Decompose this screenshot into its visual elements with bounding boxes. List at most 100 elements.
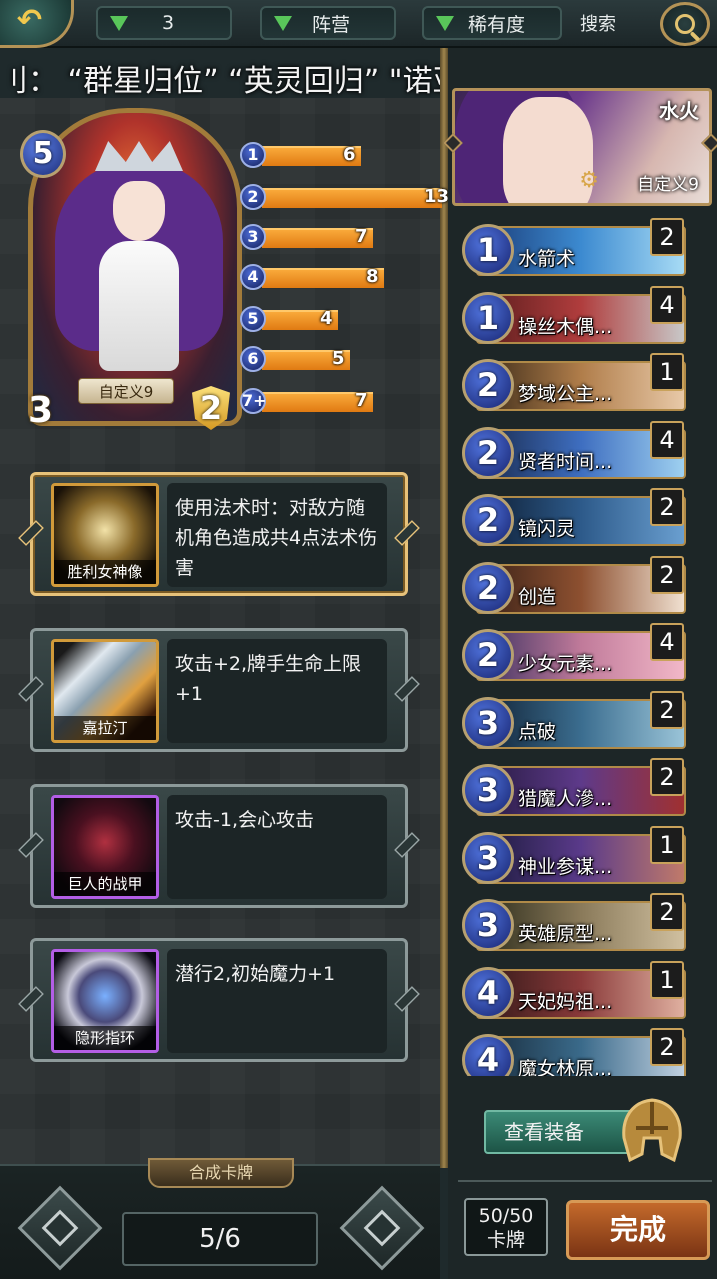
dropdown-triangle-icon [274,15,292,31]
card-count: 2 [650,488,684,526]
card-name: 少女元素... [518,653,613,675]
deck-header-card[interactable]: 水火 ⚙ 自定义9 [452,88,712,206]
deck-name: 自定义9 [637,175,699,195]
deck-card-item[interactable]: 3 猎魔人滲... 2 [462,758,686,820]
deck-card-list[interactable]: 1 水箭术 2 1 操丝木偶... 4 2 梦域公主... 1 2 贤者时间... 4 2 镜闪灵 2 2 创造… [460,214,686,1076]
deck-card-item[interactable]: 2 梦域公主... 1 [462,353,686,415]
search-button[interactable] [660,2,710,46]
equipment-description: 使用法术时：对敌方随机角色造成共4点法术伤害 [167,483,387,587]
done-button[interactable]: 完成 [566,1200,710,1260]
equipment-slot[interactable]: 巨人的战甲 攻击-1,会心攻击 [18,784,420,908]
deck-card-item[interactable]: 3 点破 2 [462,690,686,753]
equipment-icon: 胜利女神像 [51,483,159,587]
equipment-icon: 巨人的战甲 [51,795,159,899]
dropdown-triangle-icon [436,15,454,31]
magnifier-icon [675,14,695,34]
curve-count: 5 [332,348,345,369]
back-arrow-icon: ↶ [16,3,43,38]
curve-count: 6 [343,144,356,165]
curve-row-3: 37 [240,224,377,250]
dropdown-triangle-icon [110,15,128,31]
deck-card-item[interactable]: 4 魔女林原... 2 [462,1028,686,1076]
card-cost-gem: 3 [462,831,514,884]
card-name: 点破 [518,720,557,743]
card-cost-gem: 2 [462,561,514,614]
equipment-name: 嘉拉汀 [54,716,156,740]
card-name: 镜闪灵 [518,518,576,540]
hero-attack: 3 [28,390,54,431]
rarity-filter-label: 稀有度 [468,13,526,36]
curve-row-7: 7+ 7 [240,388,377,414]
card-cost-gem: 4 [462,966,514,1019]
card-count: 1 [650,825,684,864]
panel-divider [440,48,448,1168]
deck-card-item[interactable]: 4 天妃妈祖... 1 [462,960,686,1023]
back-button[interactable]: ↶ [0,0,74,48]
card-count: 1 [650,353,684,391]
deck-count-value: 50/50 [478,1205,534,1227]
curve-cost-badge: 5 [240,306,266,332]
hero-name: 自定义9 [78,378,174,404]
card-count: 4 [650,285,684,324]
equipment-name: 巨人的战甲 [54,872,156,896]
card-name: 英雄原型... [518,923,613,945]
equipment-slot[interactable]: 胜利女神像 使用法术时：对敌方随机角色造成共4点法术伤害 [18,472,420,596]
card-name: 贤者时间... [518,450,613,473]
card-count: 2 [650,555,684,594]
curve-row-4: 48 [240,264,388,290]
synthesize-cards-tab[interactable]: 合成卡牌 [148,1158,294,1188]
card-name: 水箭术 [518,248,576,270]
faction-filter-dropdown[interactable]: 阵营 [260,6,396,40]
curve-count: 7 [355,226,368,247]
deck-card-item[interactable]: 2 贤者时间... 4 [462,420,686,483]
card-count: 2 [650,218,684,256]
curve-count: 4 [320,308,333,329]
page-indicator: 5/6 [122,1212,318,1266]
top-bar: ↶ 3 阵营 稀有度 搜索 [0,0,717,48]
rarity-filter-dropdown[interactable]: 稀有度 [422,6,562,40]
gear-icon[interactable]: ⚙ [579,168,599,193]
equipment-description: 攻击+2,牌手生命上限+1 [167,639,387,743]
card-count: 4 [650,623,684,661]
curve-cost-badge: 6 [240,346,266,372]
divider [458,1180,712,1182]
equipment-description: 攻击-1,会心攻击 [167,795,387,899]
card-cost-gem: 2 [462,629,514,681]
card-count: 2 [650,690,684,729]
cost-filter-dropdown[interactable]: 3 [96,6,232,40]
deck-card-item[interactable]: 3 神业参谋... 1 [462,825,686,888]
deck-card-item[interactable]: 3 英雄原型... 2 [462,893,686,955]
card-cost-gem: 3 [462,764,514,816]
next-arrow-icon [363,1209,401,1247]
card-cost-gem: 1 [462,224,514,276]
equipment-icon: 隐形指环 [51,949,159,1053]
deck-card-item[interactable]: 2 少女元素... 4 [462,623,686,685]
curve-count: 8 [366,266,379,287]
card-count: 2 [650,893,684,931]
deck-card-item[interactable]: 2 创造 2 [462,555,686,618]
curve-bar [262,188,442,208]
curve-count: 13 [424,186,450,207]
curve-cost-badge: 2 [240,184,266,210]
equipment-slot[interactable]: 嘉拉汀 攻击+2,牌手生命上限+1 [18,628,420,752]
card-name: 天妃妈祖... [518,990,613,1013]
deck-card-item[interactable]: 2 镜闪灵 2 [462,488,686,550]
equipment-name: 胜利女神像 [54,560,156,584]
deck-element: 水火 [659,99,699,123]
card-count: 4 [650,420,684,459]
curve-cost-badge: 7+ [240,388,267,414]
card-name: 梦域公主... [518,383,613,405]
equipment-slot[interactable]: 隐形指环 潜行2,初始魔力+1 [18,938,420,1062]
curve-cost-badge: 3 [240,224,266,250]
prev-arrow-icon [41,1209,79,1247]
card-name: 神业参谋... [518,855,613,878]
curve-count: 7 [355,390,368,411]
card-name: 魔女林原... [518,1058,613,1076]
curve-cost-badge: 4 [240,264,266,290]
faction-filter-label: 阵营 [312,13,351,36]
card-count: 1 [650,960,684,999]
hero-figure-art [55,141,223,371]
deck-card-item[interactable]: 1 水箭术 2 [462,218,686,280]
search-label: 搜索 [580,14,616,35]
deck-card-item[interactable]: 1 操丝木偶... 4 [462,285,686,348]
